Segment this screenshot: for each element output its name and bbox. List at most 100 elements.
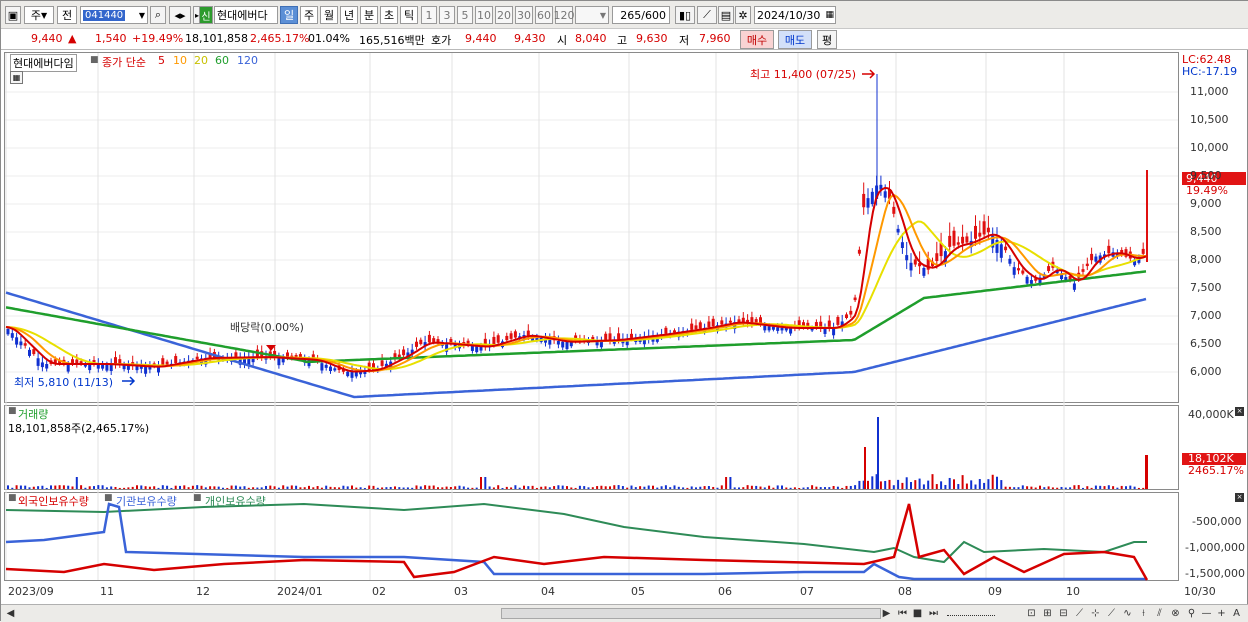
- channel-tool-icon[interactable]: ⫽: [1153, 607, 1166, 620]
- candle: [6, 328, 10, 335]
- stop-icon[interactable]: ■: [911, 607, 924, 620]
- volume-close-icon[interactable]: ×: [1235, 407, 1244, 416]
- timeframe-minute[interactable]: 분: [360, 6, 378, 24]
- volume-bar: [892, 485, 895, 489]
- volume-bar: [750, 485, 753, 489]
- scroll-bar[interactable]: ◀ ▶ ⏮ ■ ⏭ ⊡ ⊞ ⊟ ⟋ ⊹ ⟋ ∿ ⟊ ⫽ ⊗ ⚲ — + A: [1, 604, 1248, 622]
- range-10[interactable]: 10: [475, 6, 493, 24]
- range-60[interactable]: 60: [535, 6, 553, 24]
- candle-type-icon[interactable]: ▮▯: [675, 6, 695, 24]
- speaker-icon[interactable]: ◂▸: [169, 6, 191, 24]
- volume-bar: [664, 485, 667, 489]
- search-icon[interactable]: ⚲: [1185, 607, 1198, 620]
- draw-tool-icon[interactable]: ⊡: [1025, 607, 1038, 620]
- range-120[interactable]: 120: [554, 6, 575, 24]
- zoom-out-icon[interactable]: —: [1200, 607, 1213, 620]
- candle: [982, 221, 986, 235]
- holding-axis-tick: -1,500,000: [1185, 567, 1245, 580]
- panel-stock-title[interactable]: 현대에버다임: [10, 54, 77, 72]
- volume-bar: [897, 479, 900, 489]
- candle: [1012, 267, 1016, 275]
- timeframe-week[interactable]: 주: [300, 6, 318, 24]
- volume-bar: [1030, 486, 1033, 489]
- timeframe-tick[interactable]: 틱: [400, 6, 418, 24]
- chart-tools-icon[interactable]: ⟋: [697, 6, 717, 24]
- average-button[interactable]: 평: [817, 30, 837, 49]
- market-select[interactable]: 주 ▼: [24, 6, 54, 24]
- line-tool-icon[interactable]: ⟋: [1073, 607, 1086, 620]
- volume-bar: [961, 475, 964, 489]
- volume-bar: [355, 487, 358, 489]
- volume-bar: [806, 487, 809, 489]
- candle: [913, 259, 917, 265]
- volume-bar: [428, 485, 431, 489]
- volume-bar: [1077, 485, 1080, 489]
- foreign-holding-label[interactable]: 외국인보유수량: [18, 493, 89, 509]
- volume-bar: [505, 486, 508, 489]
- timeframe-day[interactable]: 일: [280, 6, 298, 24]
- gear-icon[interactable]: ✲: [735, 6, 751, 24]
- institution-holding-label[interactable]: 기관보유수량: [116, 493, 177, 509]
- candle: [617, 333, 621, 340]
- price-axis-tick: 7,500: [1190, 281, 1222, 294]
- price-axis-tick: 10,000: [1190, 141, 1229, 154]
- range-5[interactable]: 5: [457, 6, 473, 24]
- individual-holding-label[interactable]: 개인보유수량: [205, 493, 266, 509]
- zoom-in-icon[interactable]: +: [1215, 607, 1228, 620]
- page-back-icon[interactable]: ⏮: [896, 607, 909, 620]
- candle: [144, 366, 148, 374]
- holding-close-icon[interactable]: ×: [1235, 493, 1244, 502]
- volume-bar: [1069, 487, 1072, 489]
- volume-bar: [351, 485, 353, 489]
- fib-tool-icon[interactable]: ⟊: [1137, 607, 1150, 620]
- candle: [45, 364, 49, 369]
- volume-bar: [1064, 487, 1067, 489]
- time-axis-tick: 07: [800, 585, 814, 598]
- scroll-left-icon[interactable]: ◀: [4, 607, 17, 620]
- range-20[interactable]: 20: [495, 6, 513, 24]
- sell-button[interactable]: 매도: [778, 30, 812, 49]
- volume-panel-frame: [4, 405, 1179, 490]
- window-menu-icon[interactable]: ▣: [5, 6, 21, 24]
- volume-bar: [600, 485, 603, 489]
- volume-bar: [548, 487, 551, 489]
- ma-label[interactable]: 종가 단순: [102, 54, 146, 70]
- calculator-icon[interactable]: ▦: [10, 71, 23, 84]
- date-input[interactable]: 2024/10/30 ▦: [754, 6, 836, 24]
- candle: [548, 339, 552, 345]
- period-select[interactable]: 전: [57, 6, 77, 24]
- count-input[interactable]: 265/600: [612, 6, 670, 24]
- candle: [526, 330, 530, 336]
- candle: [470, 346, 474, 351]
- chart-area[interactable]: 현대에버다임 ■ 종가 단순 5 10 20 60 120 ▦ LC:62.48…: [4, 52, 1246, 604]
- wave-tool-icon[interactable]: ∿: [1121, 607, 1134, 620]
- code-input[interactable]: 041440 ▼: [80, 6, 148, 24]
- volume-bar: [247, 487, 250, 489]
- range-custom-select[interactable]: ▼: [575, 6, 609, 24]
- range-1[interactable]: 1: [421, 6, 437, 24]
- volume-bar: [15, 485, 18, 489]
- range-30[interactable]: 30: [515, 6, 533, 24]
- page-forward-icon[interactable]: ⏭: [927, 607, 940, 620]
- trend-tool-icon[interactable]: ⟋: [1105, 607, 1118, 620]
- layout-icon[interactable]: ⊟: [1057, 607, 1070, 620]
- save-icon[interactable]: ▤: [718, 6, 734, 24]
- volume-bar: [148, 486, 151, 489]
- timeframe-second[interactable]: 초: [380, 6, 398, 24]
- search-icon[interactable]: ⌕: [150, 6, 166, 24]
- volume-bar: [953, 479, 955, 489]
- zoom-ruler[interactable]: [947, 610, 995, 616]
- cross-tool-icon[interactable]: ⊹: [1089, 607, 1102, 620]
- scroll-right-icon[interactable]: ▶: [880, 607, 893, 620]
- timeframe-month[interactable]: 월: [320, 6, 338, 24]
- volume-bar: [656, 487, 659, 489]
- layout-icon[interactable]: ⊞: [1041, 607, 1054, 620]
- scroll-thumb[interactable]: [501, 608, 881, 619]
- volume-bar: [781, 485, 783, 489]
- font-size-icon[interactable]: A: [1230, 607, 1243, 620]
- range-3[interactable]: 3: [439, 6, 455, 24]
- buy-button[interactable]: 매수: [740, 30, 774, 49]
- text-tool-icon[interactable]: ⊗: [1169, 607, 1182, 620]
- volume-bar: [1107, 485, 1110, 489]
- timeframe-year[interactable]: 년: [340, 6, 358, 24]
